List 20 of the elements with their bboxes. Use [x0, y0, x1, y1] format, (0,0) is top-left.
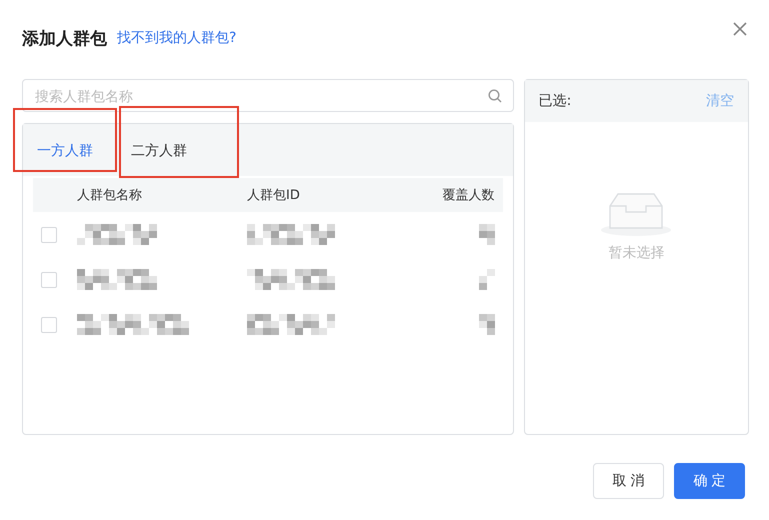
pixelated-text [478, 224, 495, 245]
close-icon[interactable] [731, 20, 749, 38]
checkbox[interactable] [41, 272, 57, 288]
confirm-button[interactable]: 确 定 [674, 463, 745, 499]
empty-text: 暂未选择 [608, 244, 664, 262]
pixelated-text [478, 314, 495, 335]
cancel-button[interactable]: 取 消 [593, 463, 664, 499]
checkbox[interactable] [41, 316, 57, 332]
dialog-title: 添加人群包 [22, 28, 107, 50]
help-link[interactable]: 找不到我的人群包? [117, 29, 236, 47]
search-icon [488, 89, 502, 103]
tab[interactable]: 二方人群 [131, 132, 187, 172]
checkbox[interactable] [41, 226, 57, 242]
tab[interactable]: 一方人群 [37, 132, 93, 172]
search-field[interactable]: 搜索人群包名称 [22, 79, 514, 112]
column-header: 人群包名称 [77, 187, 143, 204]
selected-title: 已选: [538, 92, 572, 110]
pixelated-text [478, 269, 495, 290]
column-header: 人群包ID [247, 187, 301, 204]
column-header: 覆盖人数 [442, 187, 496, 204]
